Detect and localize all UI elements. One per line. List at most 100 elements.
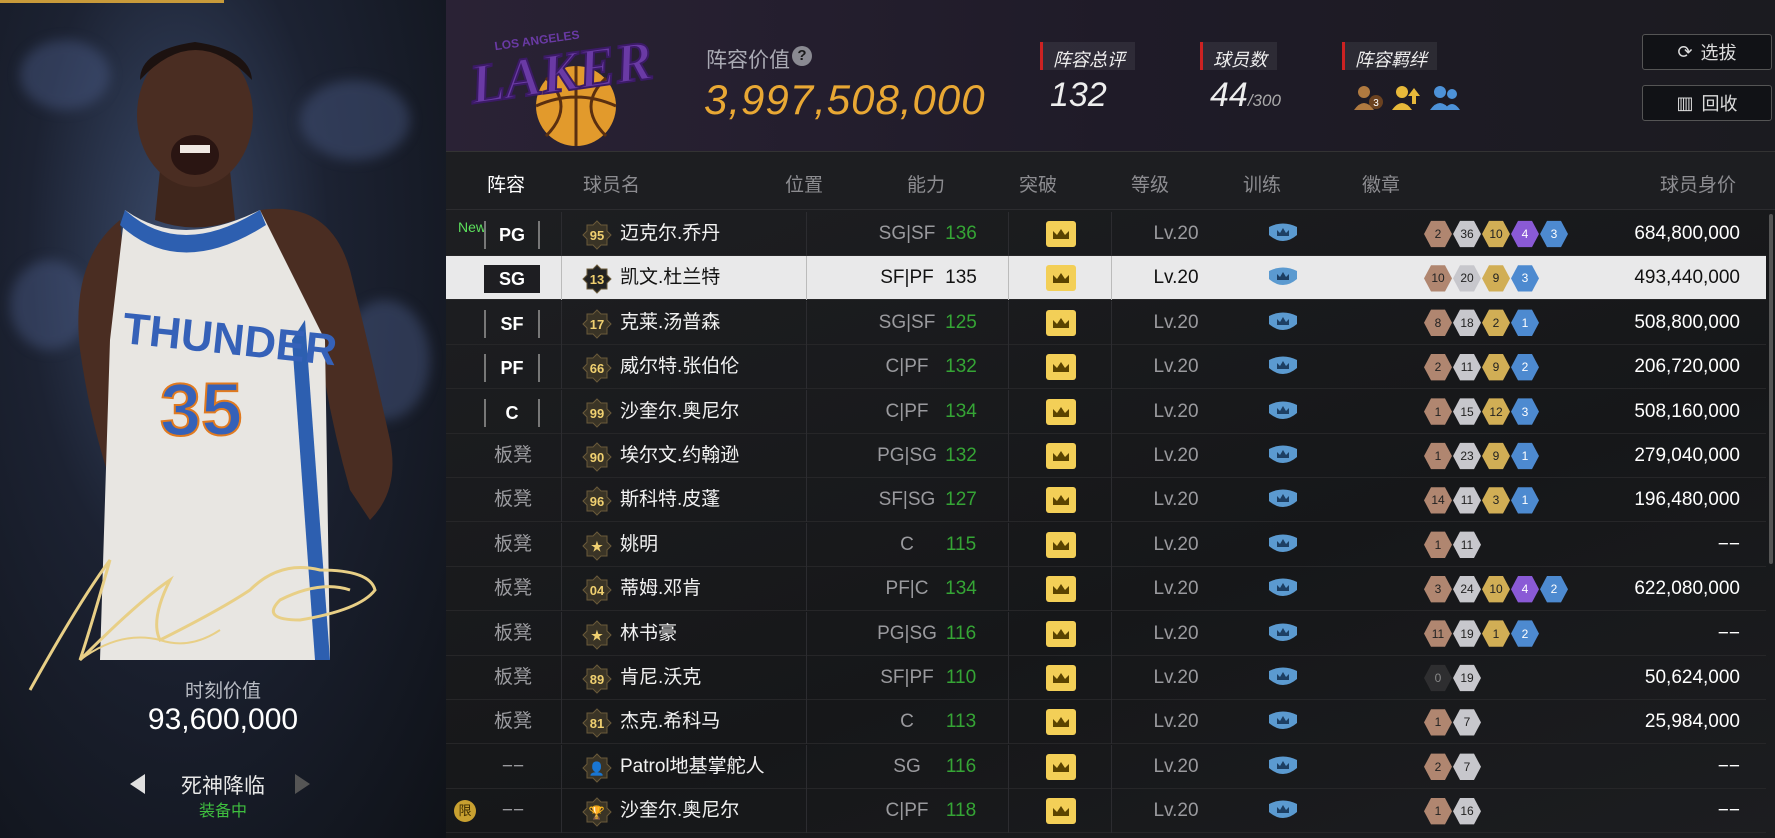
player-name[interactable]: 凯文.杜兰特 bbox=[620, 256, 720, 300]
table-row[interactable]: SG 13 凯文.杜兰特 SF|PF 135 Lv.20 10 20 9 3 493,440,000 bbox=[446, 256, 1766, 301]
lineup-slot[interactable]: PG bbox=[484, 221, 540, 249]
player-name[interactable]: Patrol地基掌舵人 bbox=[620, 745, 765, 789]
player-name[interactable]: 沙奎尔.奥尼尔 bbox=[620, 390, 739, 434]
bond-group-icon[interactable]: 3 bbox=[1352, 82, 1384, 112]
breakthrough-crown-icon[interactable] bbox=[1046, 709, 1076, 736]
table-row[interactable]: 板凳 81 杰克.希科马 C 113 Lv.20 1 7 25,984,000 bbox=[446, 700, 1766, 745]
badge-list[interactable]: 1 23 9 1 bbox=[1424, 442, 1539, 470]
lineup-slot[interactable]: C bbox=[484, 398, 540, 427]
training-shield-icon[interactable] bbox=[1266, 576, 1300, 602]
lineup-slot[interactable]: −− bbox=[488, 745, 538, 789]
column-badges[interactable]: 徽章 bbox=[1362, 170, 1400, 197]
breakthrough-crown-icon[interactable] bbox=[1046, 798, 1076, 825]
badge-list[interactable]: 14 11 3 1 bbox=[1424, 486, 1539, 514]
table-row[interactable]: 板凳 04 蒂姆.邓肯 PF|C 134 Lv.20 3 24 10 4 2 622,080,000 bbox=[446, 567, 1766, 612]
player-name[interactable]: 迈克尔.乔丹 bbox=[620, 212, 720, 256]
table-row[interactable]: SF 17 克莱.汤普森 SG|SF 125 Lv.20 8 18 2 1 508,800,000 bbox=[446, 300, 1766, 345]
player-name[interactable]: 杰克.希科马 bbox=[620, 700, 720, 744]
training-shield-icon[interactable] bbox=[1266, 310, 1300, 336]
badge-list[interactable]: 3 24 10 4 2 bbox=[1424, 575, 1568, 603]
player-name[interactable]: 斯科特.皮蓬 bbox=[620, 478, 720, 522]
breakthrough-crown-icon[interactable] bbox=[1046, 665, 1076, 691]
player-name[interactable]: 蒂姆.邓肯 bbox=[620, 567, 701, 611]
training-shield-icon[interactable] bbox=[1266, 399, 1300, 425]
lineup-slot[interactable]: 板凳 bbox=[488, 478, 538, 522]
player-name[interactable]: 姚明 bbox=[620, 523, 658, 567]
recycle-button[interactable]: ▥ 回收 bbox=[1642, 85, 1772, 121]
breakthrough-crown-icon[interactable] bbox=[1046, 531, 1076, 558]
scrollbar[interactable] bbox=[1769, 214, 1773, 564]
training-shield-icon[interactable] bbox=[1266, 665, 1300, 691]
breakthrough-crown-icon[interactable] bbox=[1046, 221, 1076, 247]
badge-list[interactable]: 2 36 10 4 3 bbox=[1424, 220, 1568, 248]
table-row[interactable]: 板凳 89 肯尼.沃克 SF|PF 110 Lv.20 0 19 50,624,000 bbox=[446, 656, 1766, 700]
badge-list[interactable]: 27 bbox=[1424, 753, 1481, 781]
breakthrough-crown-icon[interactable] bbox=[1046, 354, 1076, 381]
table-row[interactable]: −− 👤 Patrol地基掌舵人 SG 116 Lv.20 2 7 −− bbox=[446, 744, 1766, 789]
table-row[interactable]: 板凳 ★ 姚明 C 115 Lv.20 1 11 −− bbox=[446, 522, 1766, 567]
lineup-slot[interactable]: SF bbox=[484, 309, 540, 338]
training-shield-icon[interactable] bbox=[1266, 354, 1300, 380]
player-name[interactable]: 威尔特.张伯伦 bbox=[620, 345, 739, 389]
badge-list[interactable]: 8 18 2 1 bbox=[1424, 309, 1539, 337]
lineup-slot[interactable]: SG bbox=[484, 265, 540, 294]
lineup-slot[interactable]: −− bbox=[488, 789, 538, 833]
training-shield-icon[interactable] bbox=[1266, 709, 1300, 735]
breakthrough-crown-icon[interactable] bbox=[1046, 487, 1076, 514]
bond-upgrade-icon[interactable] bbox=[1390, 82, 1422, 112]
column-breakthrough[interactable]: 突破 bbox=[1019, 170, 1057, 197]
column-ability[interactable]: 能力 bbox=[907, 170, 945, 197]
table-row[interactable]: New PG 95 迈克尔.乔丹 SG|SF 136 Lv.20 2 36 10 4 3 684,800… bbox=[446, 212, 1766, 256]
training-shield-icon[interactable] bbox=[1266, 621, 1300, 647]
training-shield-icon[interactable] bbox=[1266, 443, 1300, 469]
badge-list[interactable]: 1 11 bbox=[1424, 531, 1481, 559]
badge-list[interactable]: 1 15 12 3 bbox=[1424, 398, 1539, 426]
player-name[interactable]: 沙奎尔.奥尼尔 bbox=[620, 789, 739, 833]
training-shield-icon[interactable] bbox=[1266, 221, 1300, 247]
lineup-slot[interactable]: 板凳 bbox=[488, 567, 538, 611]
player-name[interactable]: 埃尔文.约翰逊 bbox=[620, 434, 739, 478]
lineup-slot[interactable]: 板凳 bbox=[488, 523, 538, 567]
table-row[interactable]: 板凳 ★ 林书豪 PG|SG 116 Lv.20 11 19 1 2 −− bbox=[446, 611, 1766, 656]
training-shield-icon[interactable] bbox=[1266, 265, 1300, 291]
badge-list[interactable]: 1 16 bbox=[1424, 797, 1481, 825]
breakthrough-crown-icon[interactable] bbox=[1046, 309, 1076, 336]
table-row[interactable]: 板凳 96 斯科特.皮蓬 SF|SG 127 Lv.20 14 11 3 1 196,480,000 bbox=[446, 478, 1766, 523]
column-level[interactable]: 等级 bbox=[1131, 170, 1169, 197]
breakthrough-crown-icon[interactable] bbox=[1046, 753, 1076, 780]
training-shield-icon[interactable] bbox=[1266, 532, 1300, 558]
lineup-slot[interactable]: 板凳 bbox=[488, 612, 538, 656]
badge-list[interactable]: 2 11 9 2 bbox=[1424, 353, 1539, 381]
lineup-slot[interactable]: 板凳 bbox=[488, 700, 538, 744]
badge-list[interactable]: 17 bbox=[1424, 708, 1481, 736]
breakthrough-crown-icon[interactable] bbox=[1046, 443, 1076, 469]
next-skin-arrow-icon[interactable] bbox=[295, 774, 310, 794]
table-row[interactable]: 板凳 90 埃尔文.约翰逊 PG|SG 132 Lv.20 1 23 9 1 279,040,000 bbox=[446, 434, 1766, 478]
player-name[interactable]: 林书豪 bbox=[620, 612, 677, 656]
table-row[interactable]: C 99 沙奎尔.奥尼尔 C|PF 134 Lv.20 1 15 12 3 508,160,000 bbox=[446, 389, 1766, 434]
lineup-slot[interactable]: PF bbox=[484, 354, 540, 383]
breakthrough-crown-icon[interactable] bbox=[1046, 398, 1076, 425]
player-name[interactable]: 克莱.汤普森 bbox=[620, 301, 720, 345]
training-shield-icon[interactable] bbox=[1266, 487, 1300, 513]
table-row[interactable]: PF 66 威尔特.张伯伦 C|PF 132 Lv.20 2 11 9 2 206,720,000 bbox=[446, 345, 1766, 390]
breakthrough-crown-icon[interactable] bbox=[1046, 576, 1076, 603]
column-lineup[interactable]: 阵容 bbox=[487, 170, 525, 197]
column-training[interactable]: 训练 bbox=[1243, 170, 1281, 197]
breakthrough-crown-icon[interactable] bbox=[1046, 620, 1076, 647]
badge-list[interactable]: 11 19 1 2 bbox=[1424, 620, 1539, 648]
help-icon[interactable]: ? bbox=[792, 46, 812, 66]
table-row[interactable]: 限 −− 🏆 沙奎尔.奥尼尔 C|PF 118 Lv.20 1 16 −− bbox=[446, 789, 1766, 834]
scout-button[interactable]: ⟳ 选拔 bbox=[1642, 34, 1772, 70]
bond-team-icon[interactable] bbox=[1428, 82, 1460, 112]
training-shield-icon[interactable] bbox=[1266, 754, 1300, 780]
badge-list[interactable]: 10 20 9 3 bbox=[1424, 264, 1539, 292]
badge-list[interactable]: 0 19 bbox=[1424, 664, 1481, 692]
column-position[interactable]: 位置 bbox=[785, 170, 823, 197]
training-shield-icon[interactable] bbox=[1266, 798, 1300, 824]
lineup-slot[interactable]: 板凳 bbox=[488, 656, 538, 700]
column-value[interactable]: 球员身价 bbox=[1660, 170, 1736, 197]
breakthrough-crown-icon[interactable] bbox=[1046, 265, 1076, 292]
lineup-slot[interactable]: 板凳 bbox=[488, 434, 538, 478]
player-name[interactable]: 肯尼.沃克 bbox=[620, 656, 701, 700]
